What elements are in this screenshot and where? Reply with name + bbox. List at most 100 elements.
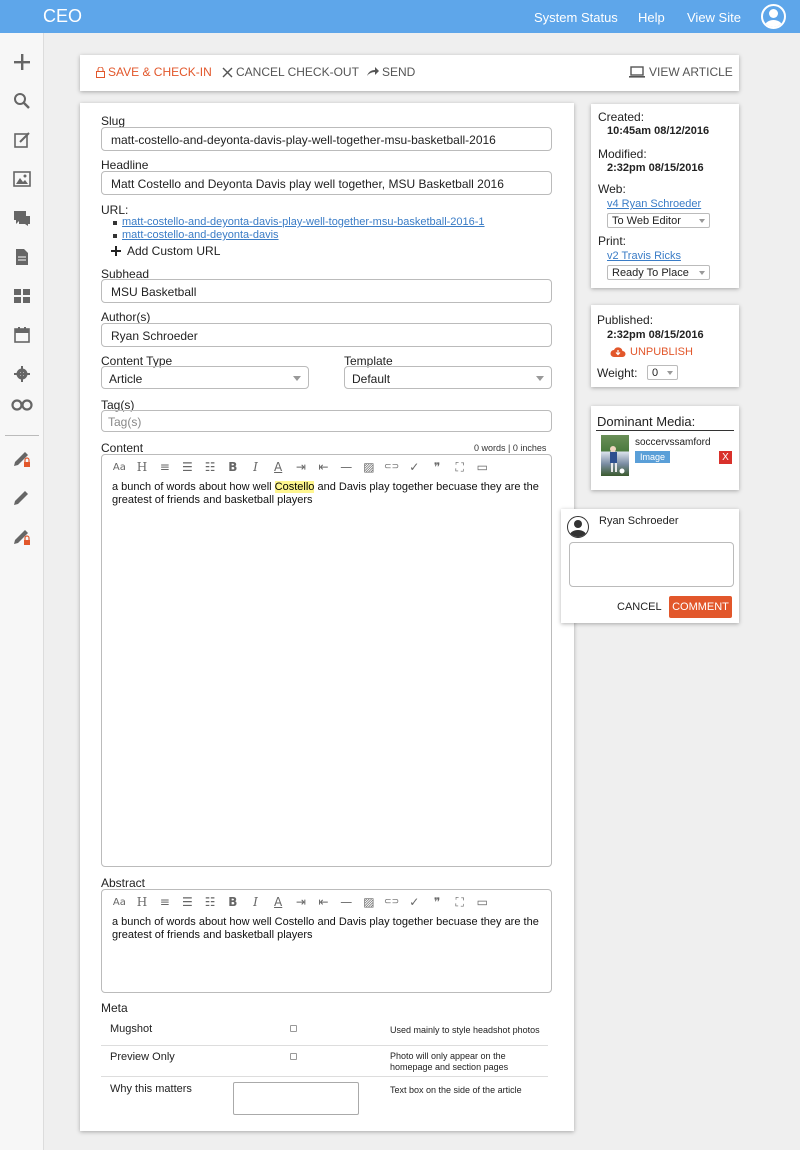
web-version-link[interactable]: v4 Ryan Schroeder — [607, 198, 701, 210]
text-color-icon[interactable]: A — [267, 894, 290, 910]
user-avatar-icon[interactable] — [761, 4, 786, 29]
dashboard-icon[interactable] — [10, 284, 34, 308]
text-color-icon[interactable]: A — [267, 459, 290, 475]
add-custom-url-button[interactable]: Add Custom URL — [111, 244, 220, 258]
link-icon[interactable]: ⊂⊃ — [380, 894, 403, 910]
subhead-input[interactable]: MSU Basketball — [101, 279, 552, 303]
image-icon[interactable] — [10, 167, 34, 191]
check-icon[interactable]: ✓ — [403, 459, 426, 475]
template-select[interactable]: Default — [344, 366, 552, 389]
fullscreen-icon[interactable]: ⛶ — [448, 894, 471, 910]
document-icon[interactable] — [10, 245, 34, 269]
horizontal-rule-icon[interactable]: — — [335, 459, 358, 475]
quote-icon[interactable]: ❞ — [426, 894, 449, 910]
comment-icon[interactable]: ▭ — [471, 459, 494, 475]
print-status-select[interactable]: Ready To Place — [607, 265, 710, 280]
help-link[interactable]: Help — [638, 10, 665, 25]
slug-input[interactable]: matt-costello-and-deyonta-davis-play-wel… — [101, 127, 552, 151]
authors-input[interactable]: Ryan Schroeder — [101, 323, 552, 347]
view-site-link[interactable]: View Site — [687, 10, 741, 25]
font-size-icon[interactable]: Aa — [108, 459, 131, 475]
fullscreen-icon[interactable]: ⛶ — [448, 459, 471, 475]
mugshot-checkbox[interactable] — [290, 1025, 297, 1032]
numbered-list-icon[interactable]: ☷ — [199, 459, 222, 475]
align-left-icon[interactable]: ≡ — [153, 894, 176, 910]
remove-media-button[interactable]: X — [719, 451, 732, 464]
edit-note-icon[interactable] — [10, 128, 34, 152]
close-icon — [222, 67, 233, 77]
infinity-icon[interactable] — [10, 393, 34, 417]
media-thumbnail[interactable] — [601, 435, 629, 476]
bullet-list-icon[interactable]: ☰ — [176, 894, 199, 910]
insert-image-icon[interactable]: ▨ — [358, 894, 381, 910]
url-link[interactable]: matt-costello-and-deyonta-davis-play-wel… — [122, 216, 485, 229]
comment-icon[interactable]: ▭ — [471, 894, 494, 910]
cancel-comment-button[interactable]: CANCEL — [617, 601, 662, 613]
laptop-icon — [629, 66, 645, 78]
unpublish-button[interactable]: UNPUBLISH — [610, 346, 693, 358]
comments-icon[interactable] — [10, 206, 34, 230]
check-icon[interactable]: ✓ — [403, 894, 426, 910]
submit-comment-button[interactable]: COMMENT — [669, 596, 732, 618]
content-editor[interactable]: Aa H ≡ ☰ ☷ B I A ⇥ ⇤ — ▨ ⊂⊃ ✓ ❞ ⛶ ▭ a bu… — [101, 454, 552, 867]
publish-card: Published: 2:32pm 08/15/2016 UNPUBLISH W… — [591, 305, 739, 387]
font-size-icon[interactable]: Aa — [108, 894, 131, 910]
system-status-link[interactable]: System Status — [534, 10, 618, 25]
print-version-link[interactable]: v2 Travis Ricks — [607, 250, 681, 262]
heading-icon[interactable]: H — [131, 894, 154, 910]
cancel-checkout-button[interactable]: CANCEL CHECK-OUT — [222, 65, 359, 79]
plus-icon[interactable] — [10, 50, 34, 74]
view-article-button[interactable]: VIEW ARTICLE — [628, 65, 733, 79]
comment-card: Ryan Schroeder CANCEL COMMENT — [561, 509, 739, 623]
media-item-name[interactable]: soccervssamford — [635, 437, 711, 448]
why-this-matters-textbox[interactable] — [233, 1082, 359, 1115]
app-title[interactable]: CEO — [43, 6, 82, 27]
search-icon[interactable] — [10, 89, 34, 113]
headline-input[interactable]: Matt Costello and Deyonta Davis play wel… — [101, 171, 552, 195]
weight-select[interactable]: 0 — [647, 365, 678, 380]
italic-icon[interactable]: I — [244, 459, 267, 475]
indent-icon[interactable]: ⇥ — [290, 459, 313, 475]
settings-icon[interactable] — [10, 362, 34, 386]
italic-icon[interactable]: I — [244, 894, 267, 910]
outdent-icon[interactable]: ⇤ — [312, 894, 335, 910]
pencil-locked-icon[interactable] — [10, 525, 34, 549]
url-label: URL: — [101, 203, 129, 217]
bold-icon[interactable]: B — [221, 459, 244, 475]
link-icon[interactable]: ⊂⊃ — [380, 459, 403, 475]
meta-row-name: Mugshot — [110, 1023, 153, 1035]
media-divider — [596, 430, 734, 431]
save-checkin-button[interactable]: SAVE & CHECK-IN — [96, 65, 212, 79]
pencil-locked-icon[interactable] — [10, 447, 34, 471]
left-sidebar — [0, 33, 44, 1150]
calendar-icon[interactable] — [10, 323, 34, 347]
bullet-list-icon[interactable]: ☰ — [176, 459, 199, 475]
pencil-icon[interactable] — [10, 486, 34, 510]
quote-icon[interactable]: ❞ — [426, 459, 449, 475]
abstract-editor-text[interactable]: a bunch of words about how well Costello… — [112, 916, 544, 942]
align-left-icon[interactable]: ≡ — [153, 459, 176, 475]
horizontal-rule-icon[interactable]: — — [335, 894, 358, 910]
bold-icon[interactable]: B — [221, 894, 244, 910]
meta-row-desc: Text box on the side of the article — [390, 1085, 522, 1095]
web-status-select[interactable]: To Web Editor — [607, 213, 710, 228]
content-type-select[interactable]: Article — [101, 366, 309, 389]
numbered-list-icon[interactable]: ☷ — [199, 894, 222, 910]
insert-image-icon[interactable]: ▨ — [358, 459, 381, 475]
indent-icon[interactable]: ⇥ — [290, 894, 313, 910]
outdent-icon[interactable]: ⇤ — [312, 459, 335, 475]
content-editor-text[interactable]: a bunch of words about how well Costello… — [112, 481, 544, 507]
chevron-down-icon — [667, 371, 673, 375]
preview-only-checkbox[interactable] — [290, 1053, 297, 1060]
meta-divider — [101, 1076, 548, 1077]
authors-label: Author(s) — [101, 310, 151, 324]
abstract-editor[interactable]: Aa H ≡ ☰ ☷ B I A ⇥ ⇤ — ▨ ⊂⊃ ✓ ❞ ⛶ ▭ a bu… — [101, 889, 552, 993]
tags-input[interactable]: Tag(s) — [101, 410, 552, 432]
print-status-value: Ready To Place — [612, 267, 689, 279]
heading-icon[interactable]: H — [131, 459, 154, 475]
send-button[interactable]: SEND — [366, 65, 415, 79]
url-link[interactable]: matt-costello-and-deyonta-davis — [122, 229, 279, 242]
dominant-media-title: Dominant Media: — [597, 414, 696, 429]
comment-textarea[interactable] — [569, 542, 734, 587]
slug-label: Slug — [101, 114, 126, 128]
